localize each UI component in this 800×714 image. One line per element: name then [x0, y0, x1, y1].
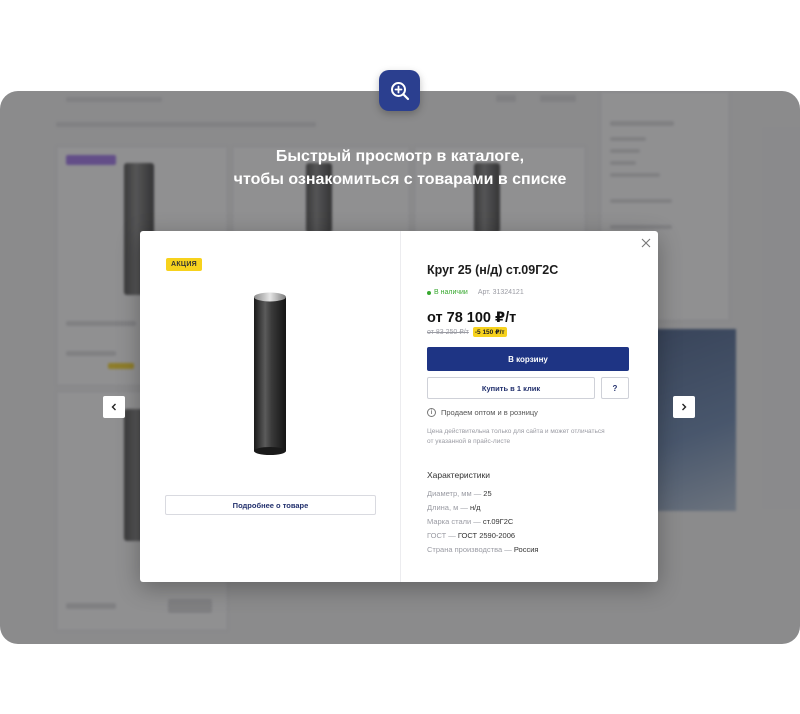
characteristic-item: Марка стали — ст.09Г2С: [427, 515, 658, 529]
headline-line-1: Быстрый просмотр в каталоге,: [275, 148, 525, 165]
product-title: Круг 25 (н/д) ст.09Г2С: [427, 263, 559, 277]
characteristic-label: Длина, м —: [427, 503, 470, 512]
chevron-right-icon: [682, 403, 687, 411]
close-button[interactable]: [640, 237, 652, 249]
price-disclaimer: Цена действительна только для сайта и мо…: [427, 428, 605, 445]
stock-dot-icon: [427, 290, 431, 295]
characteristic-value: 25: [483, 489, 492, 498]
add-to-cart-button[interactable]: В корзину: [427, 347, 629, 371]
characteristic-label: ГОСТ —: [427, 531, 458, 540]
close-icon: [641, 238, 651, 248]
next-product-button[interactable]: [673, 396, 695, 418]
product-info: Круг 25 (н/д) ст.09Г2С В наличии Арт. 31…: [401, 231, 658, 582]
zoom-button[interactable]: [379, 70, 420, 111]
question-button[interactable]: ?: [601, 377, 629, 399]
old-price-row: от 83 250 ₽/т -5 150 ₽/т: [427, 327, 658, 337]
secondary-actions: Купить в 1 клик ?: [427, 377, 658, 399]
product-details-button[interactable]: Подробнее о товаре: [165, 495, 376, 515]
characteristic-label: Марка стали —: [427, 517, 483, 526]
wholesale-note-text: Продаем оптом и в розницу: [441, 408, 538, 417]
product-gallery: АКЦИЯ Подробнее о товаре: [140, 231, 401, 582]
characteristic-item: Страна производства — Россия: [427, 543, 658, 557]
characteristic-item: ГОСТ — ГОСТ 2590-2006: [427, 529, 658, 543]
product-meta: В наличии Арт. 31324121: [427, 289, 658, 296]
quick-view-modal: АКЦИЯ Подробнее о товаре Круг 25 (н/д) с…: [140, 231, 658, 582]
characteristic-value: ст.09Г2С: [482, 517, 514, 526]
old-price: от 83 250 ₽/т: [427, 329, 469, 336]
product-image: [254, 292, 286, 455]
characteristic-value: Россия: [513, 545, 539, 554]
promo-badge: АКЦИЯ: [166, 258, 203, 271]
characteristics-list: Диаметр, мм — 25 Длина, м — н/д Марка ст…: [427, 487, 658, 557]
headline-line-2: чтобы ознакомиться с товарами в списке: [233, 171, 567, 188]
zoom-in-icon: [390, 81, 409, 100]
characteristics-title: Характеристики: [427, 470, 491, 480]
prev-product-button[interactable]: [103, 396, 125, 418]
characteristic-label: Диаметр, мм —: [427, 489, 484, 498]
buy-one-click-button[interactable]: Купить в 1 клик: [427, 377, 595, 399]
info-icon: i: [427, 408, 436, 417]
article-number: Арт. 31324121: [477, 289, 524, 296]
characteristic-item: Длина, м — н/д: [427, 501, 658, 515]
characteristic-value: н/д: [469, 503, 481, 512]
characteristic-label: Страна производства —: [427, 545, 514, 554]
chevron-left-icon: [111, 403, 116, 411]
stock-status: В наличии: [427, 289, 468, 296]
discount-badge: -5 150 ₽/т: [472, 327, 507, 337]
wholesale-note: i Продаем оптом и в розницу: [427, 408, 658, 417]
current-price: от 78 100 ₽/т: [427, 310, 517, 326]
characteristic-value: ГОСТ 2590-2006: [457, 531, 516, 540]
stock-label: В наличии: [434, 289, 468, 296]
characteristic-item: Диаметр, мм — 25: [427, 487, 658, 501]
